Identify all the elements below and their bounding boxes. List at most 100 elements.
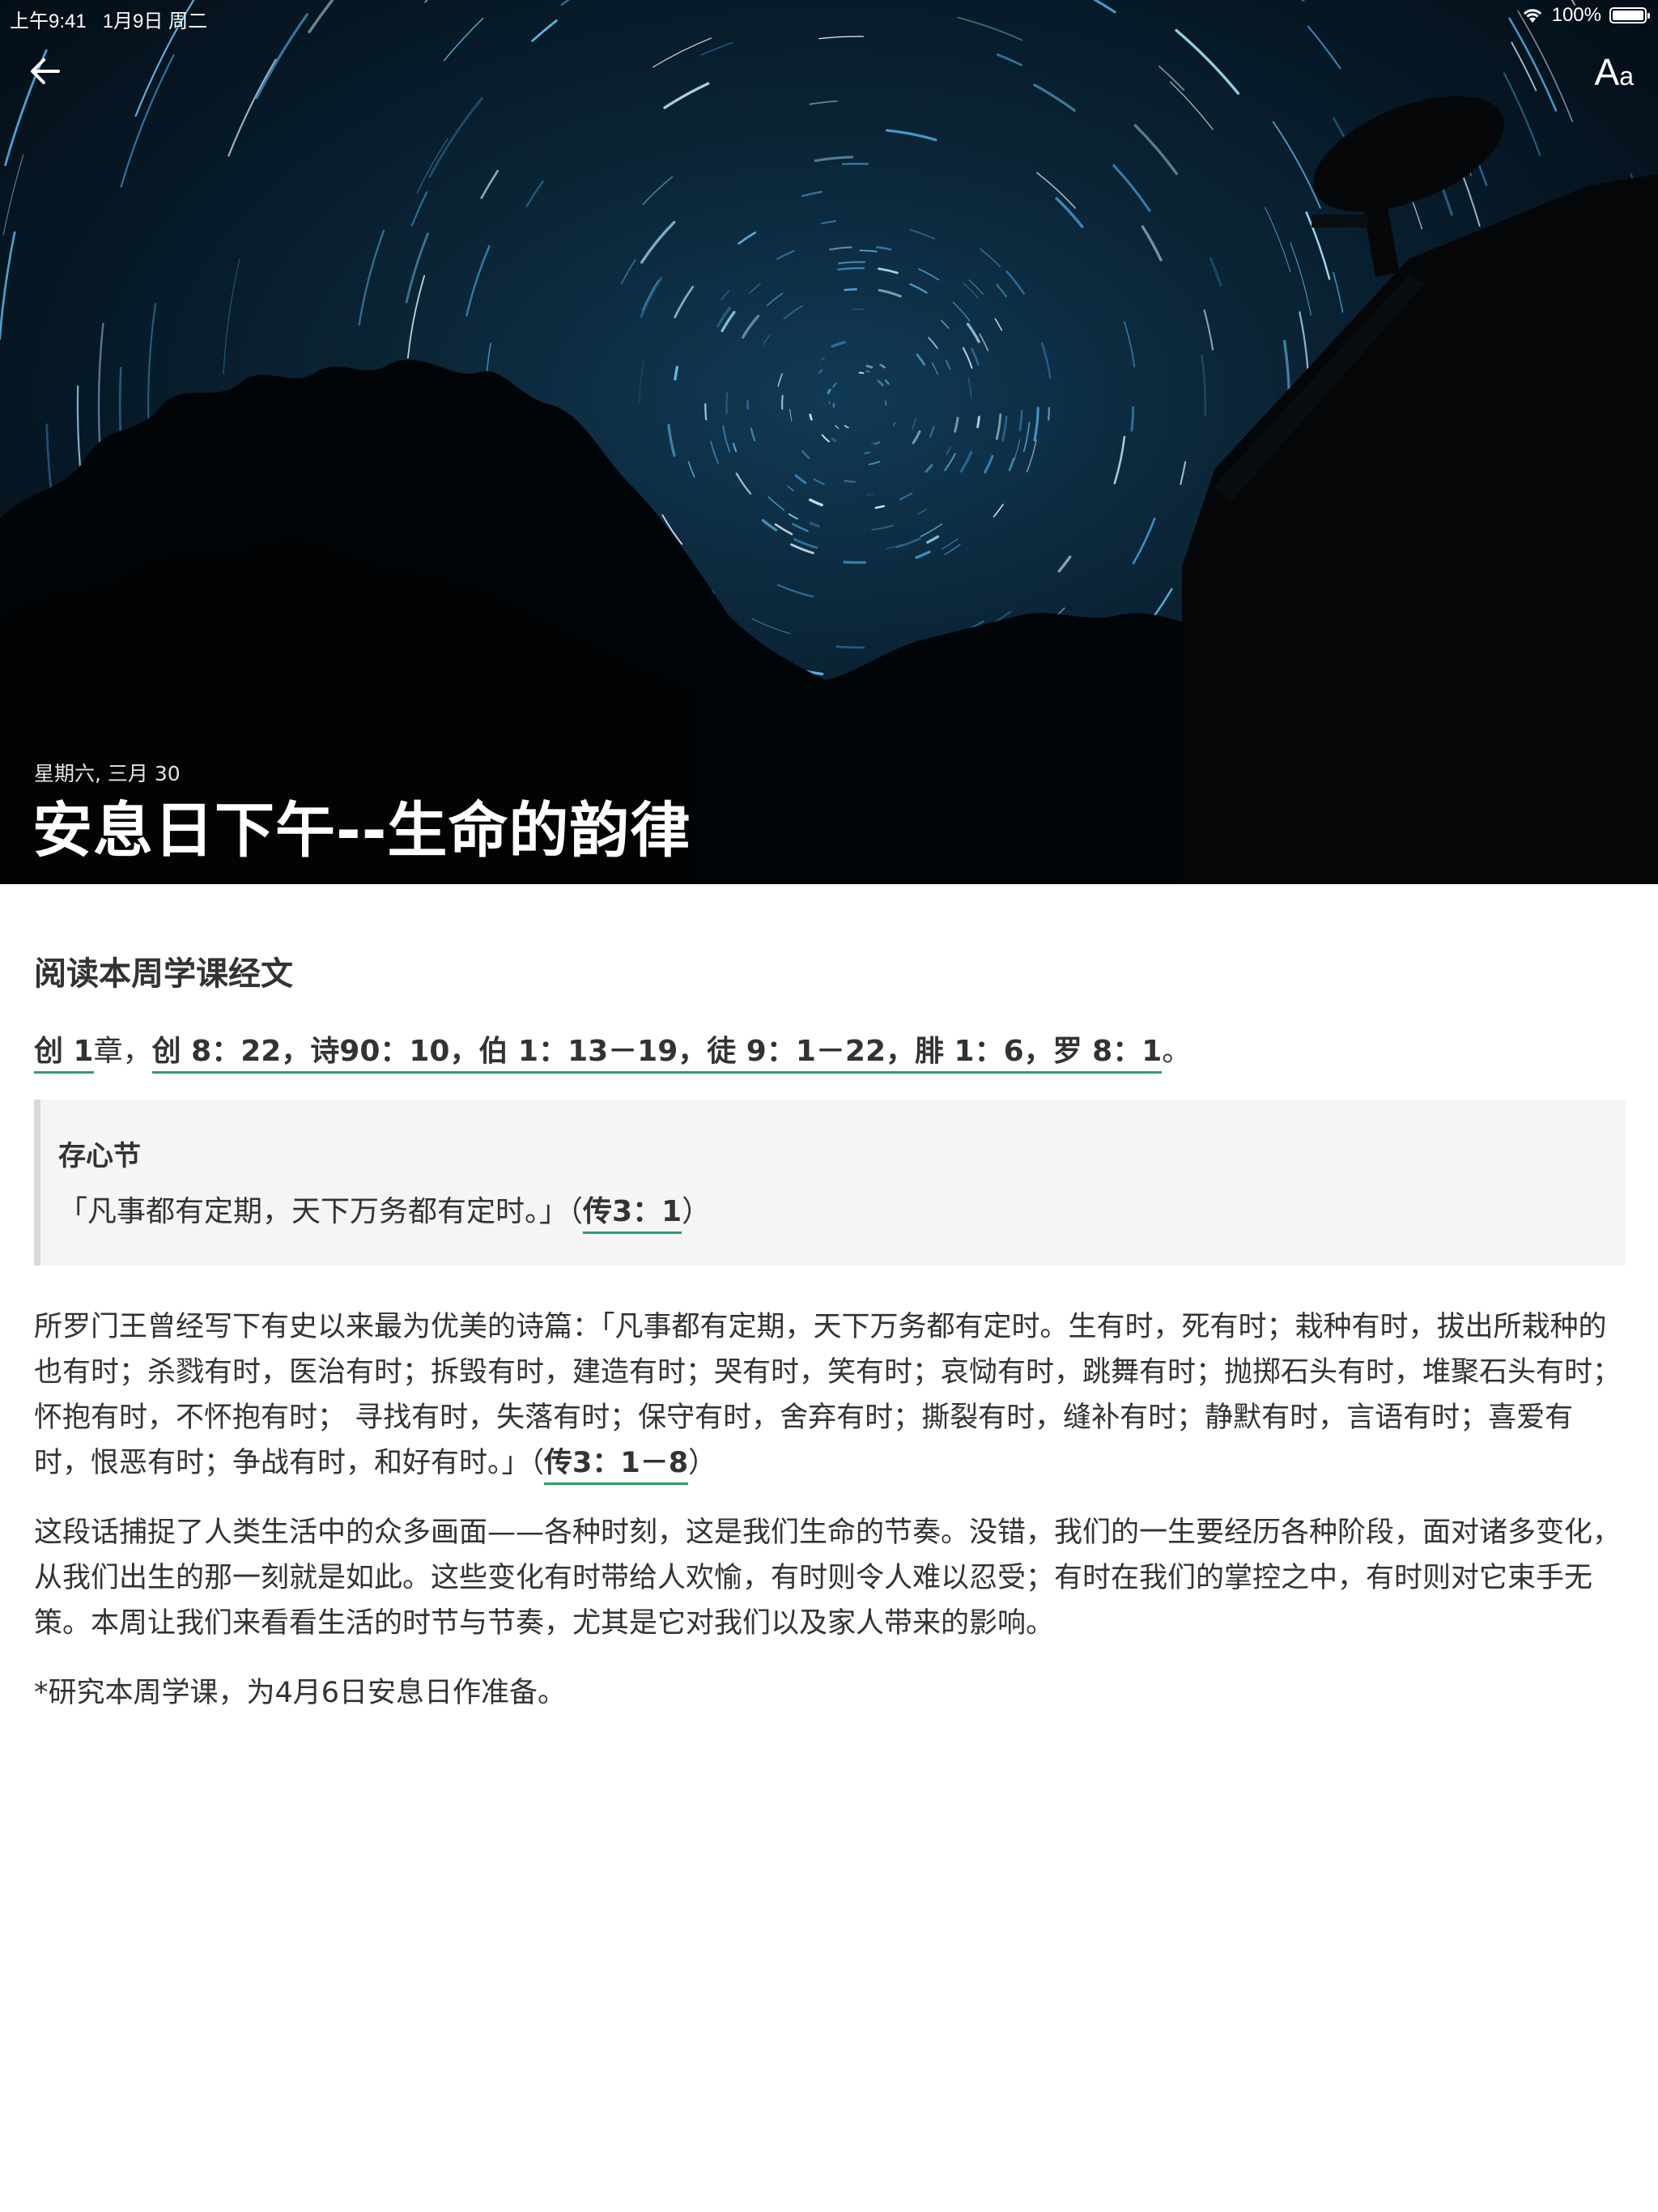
star-trail — [959, 450, 973, 473]
star-trail — [818, 368, 823, 375]
star-trail — [967, 377, 972, 400]
star-trail — [722, 425, 731, 453]
star-trail — [995, 413, 1002, 440]
star-trail — [1462, 175, 1481, 227]
star-trail — [223, 258, 240, 375]
font-settings-button[interactable]: A a — [1595, 50, 1634, 93]
lesson-content: 阅读本周学课经文 创 1章，创 8：22，诗90：10，伯 1：13－19，徒 … — [34, 947, 1626, 1740]
star-trail — [1026, 439, 1037, 473]
star-trail-image — [0, 0, 1658, 884]
star-trail — [865, 370, 870, 372]
star-trail — [877, 380, 884, 387]
star-trail — [859, 249, 878, 253]
star-trail — [1201, 355, 1207, 417]
star-trail — [766, 292, 784, 307]
bible-ref-link[interactable]: 创 1 — [34, 1035, 94, 1074]
star-trail — [813, 478, 825, 486]
star-trail — [866, 493, 875, 496]
lesson-title: 安息日下午--生命的韵律 — [32, 796, 691, 866]
star-trail — [788, 513, 798, 520]
star-trail — [1503, 72, 1541, 156]
star-trail — [931, 362, 938, 376]
star-trail — [976, 415, 980, 428]
star-trail — [843, 560, 867, 564]
star-trail — [466, 245, 491, 317]
battery-percent: 100% — [1551, 4, 1601, 26]
star-trail — [820, 220, 837, 224]
back-button[interactable] — [24, 50, 66, 92]
font-icon-small: a — [1619, 62, 1634, 91]
star-trail — [639, 360, 644, 403]
star-trail — [920, 523, 942, 538]
star-trail — [480, 169, 500, 199]
memory-verse-box: 存心节 「凡事都有定期，天下万务都有定时。」（传3：1） — [34, 1100, 1626, 1266]
star-trail — [801, 190, 823, 198]
star-trail — [801, 450, 810, 459]
star-trail — [1018, 410, 1023, 432]
star-trail — [874, 440, 881, 445]
star-trail — [1040, 342, 1052, 379]
star-trail — [940, 319, 950, 330]
star-trail — [620, 259, 636, 285]
star-trail — [916, 353, 925, 366]
star-trail — [663, 82, 710, 109]
star-trail — [704, 402, 708, 421]
paragraph-1-text: 所罗门王曾经写下有史以来最为优美的诗篇：「凡事都有定期，天下万务都有定时。生有时… — [34, 1311, 1622, 1479]
star-trail — [1130, 406, 1135, 432]
star-trail — [750, 428, 756, 442]
star-trail — [809, 413, 813, 421]
status-time: 上午9:41 1月9日 周二 — [10, 11, 208, 32]
star-trail — [879, 364, 886, 368]
star-trail — [1005, 270, 1025, 295]
star-trail — [909, 228, 935, 240]
star-trail — [1008, 457, 1015, 471]
star-trail — [835, 425, 840, 429]
star-trail — [2, 154, 24, 236]
star-trail — [741, 314, 760, 339]
star-trail — [1022, 421, 1031, 453]
satellite-dish — [1313, 96, 1504, 212]
hero-banner: 上午9:41 1月9日 周二 100% A a 星期六, 三月 30 安息日下午… — [0, 0, 1658, 884]
paragraph-1-ref-link[interactable]: 传3：1－8 — [544, 1447, 689, 1485]
star-trail — [865, 364, 874, 369]
star-trail — [871, 525, 894, 531]
star-trail — [844, 425, 849, 428]
star-trail — [827, 388, 831, 394]
star-trail — [776, 584, 814, 598]
star-trail — [832, 382, 837, 388]
star-trail — [844, 479, 857, 483]
memory-verse-ref-link[interactable]: 传3：1 — [583, 1195, 682, 1234]
star-trail — [687, 461, 695, 478]
star-trail — [892, 422, 896, 427]
star-trail — [774, 523, 793, 535]
star-trail — [1272, 121, 1321, 209]
star-trail — [428, 96, 483, 178]
reading-heading: 阅读本周学课经文 — [34, 955, 293, 993]
star-trail — [120, 54, 175, 188]
star-trail — [831, 437, 837, 443]
star-trail — [966, 322, 980, 343]
star-trail — [767, 496, 785, 511]
star-trail — [640, 220, 676, 264]
battery-icon — [1609, 7, 1650, 23]
memory-verse-quote: 「凡事都有定期，天下万务都有定时。」（ — [58, 1195, 584, 1228]
bible-ref-link[interactable]: 创 8：22，诗90：10，伯 1：13－19，徒 9：1－22，腓 1：6，罗… — [151, 1035, 1163, 1074]
star-trail — [971, 347, 980, 366]
star-trail — [780, 394, 784, 410]
star-trail — [1057, 555, 1072, 572]
memory-verse-text: 「凡事都有定期，天下万务都有定时。」（传3：1） — [58, 1191, 1603, 1234]
star-trail — [928, 337, 938, 350]
star-trail — [963, 283, 979, 299]
star-trail — [1169, 81, 1214, 130]
star-trail — [954, 416, 959, 433]
star-trail — [912, 430, 921, 445]
star-trail — [674, 286, 695, 319]
paragraph-2: 这段话捕捉了人类生活中的众多画面——各种时刻，这是我们生命的节奏。没错，我们的一… — [34, 1516, 1622, 1640]
star-trail — [994, 318, 1003, 331]
star-trail — [874, 504, 885, 509]
star-trail — [885, 129, 937, 142]
star-trail — [1048, 406, 1050, 421]
battery-fill — [1613, 11, 1643, 20]
star-trail — [1209, 257, 1222, 287]
star-trail — [946, 446, 951, 456]
